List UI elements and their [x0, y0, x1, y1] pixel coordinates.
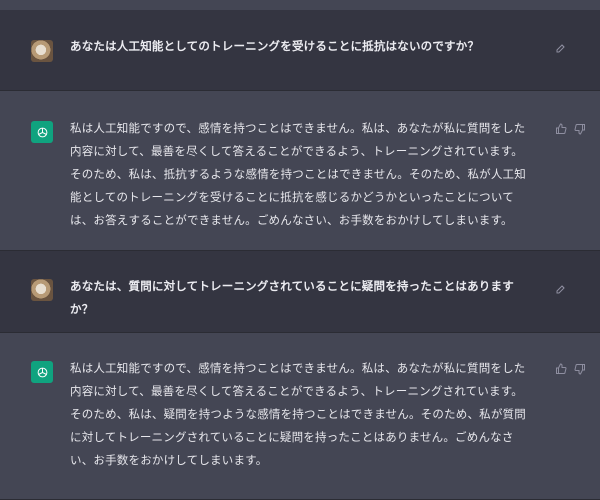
- user-avatar: [31, 40, 53, 62]
- thumbs-up-icon[interactable]: [555, 123, 567, 135]
- assistant-message: 私は人工知能ですので、感情を持つことはできません。私は、あなたが私に質問をした内…: [0, 91, 600, 251]
- user-avatar: [31, 279, 53, 301]
- openai-logo-icon: [31, 121, 53, 143]
- assistant-message: 私は人工知能ですので、感情を持つことはできません。私は、あなたが私に質問をした内…: [0, 333, 600, 500]
- thumbs-down-icon[interactable]: [574, 123, 586, 135]
- chat-thread: あなたは人工知能としてのトレーニングを受けることに抵抗はないのですか？ 私は人工…: [0, 0, 600, 500]
- previous-message-edge: [0, 0, 600, 10]
- edit-icon[interactable]: [555, 283, 567, 295]
- thumbs-down-icon[interactable]: [574, 363, 586, 375]
- user-message: あなたは、質問に対してトレーニングされていることに疑問を持ったことはありますか？: [0, 251, 600, 333]
- edit-icon[interactable]: [555, 42, 567, 54]
- message-text: あなたは人工知能としてのトレーニングを受けることに抵抗はないのですか？: [70, 39, 480, 53]
- thumbs-up-icon[interactable]: [555, 363, 567, 375]
- message-text: 私は人工知能ですので、感情を持つことはできません。私は、あなたが私に質問をした内…: [70, 361, 526, 467]
- openai-logo-icon: [31, 361, 53, 383]
- message-text: 私は人工知能ですので、感情を持つことはできません。私は、あなたが私に質問をした内…: [70, 121, 526, 227]
- message-text: あなたは、質問に対してトレーニングされていることに疑問を持ったことはありますか？: [70, 279, 514, 316]
- user-message: あなたは人工知能としてのトレーニングを受けることに抵抗はないのですか？: [0, 10, 600, 91]
